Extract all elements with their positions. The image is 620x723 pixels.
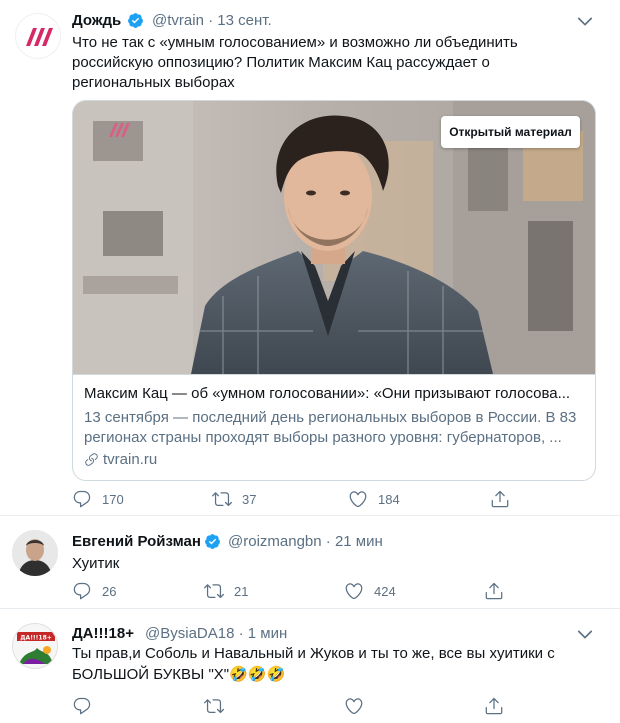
person-photo xyxy=(12,530,58,576)
timestamp[interactable]: · 13 сент. xyxy=(208,12,272,29)
card-photo: Открытый материал xyxy=(73,101,595,374)
tweet-text: Что не так с «умным голосованием» и возм… xyxy=(72,34,518,91)
timestamp[interactable]: · 21 мин xyxy=(326,533,383,550)
tweet-actions xyxy=(72,696,592,718)
card-title: Максим Кац — об «умном голосовании»: «Он… xyxy=(84,385,571,402)
avatar-roizman[interactable] xyxy=(12,530,58,576)
rofl-emoji: 🤣🤣🤣 xyxy=(229,665,286,683)
tweet-roizman[interactable]: Евгений Ройзман @roizmangbn · 21 мин Хуи… xyxy=(0,516,620,608)
link-card[interactable]: Открытый материал Максим Кац — об «умном… xyxy=(72,100,596,481)
author-name[interactable]: Дождь xyxy=(72,12,121,29)
like-count: 184 xyxy=(378,492,400,507)
tweet-text: Ты прав,и Соболь и Навальный и Жуков и т… xyxy=(72,645,555,683)
like-count: 424 xyxy=(374,584,396,599)
link-icon xyxy=(85,453,98,466)
tweet-text: Хуитик xyxy=(72,555,120,572)
card-description: 13 сентября — последний день региональны… xyxy=(84,409,577,446)
author-name[interactable]: Евгений Ройзман xyxy=(72,533,201,550)
author-name[interactable]: ДА!!!18+ xyxy=(72,625,134,642)
heart-icon xyxy=(345,698,363,715)
reply-icon xyxy=(73,697,91,715)
author-handle[interactable]: @tvrain · 13 сент. xyxy=(152,12,272,29)
share-icon xyxy=(485,697,503,715)
reply-count: 170 xyxy=(102,492,124,507)
verified-badge-icon xyxy=(205,534,220,549)
card-domain: tvrain.ru xyxy=(84,451,157,468)
tweet-tvrain[interactable]: Дождь @tvrain · 13 сент. Что не так с «у… xyxy=(0,0,620,515)
share-icon xyxy=(485,582,503,600)
retweet-icon xyxy=(204,584,224,599)
tweet-bysiada[interactable]: ДА!!!18+ ДА!!!18+ @BysiaDA18 · 1 мин Ты … xyxy=(0,609,620,723)
open-material-badge: Открытый материал xyxy=(441,116,580,148)
retweet-icon xyxy=(212,492,232,507)
tweet-actions: 26 21 424 xyxy=(72,581,592,603)
author-handle[interactable]: @BysiaDA18 · 1 мин xyxy=(145,625,287,642)
retweet-count: 21 xyxy=(234,584,249,599)
author-handle[interactable]: @roizmangbn · 21 мин xyxy=(228,533,383,550)
heart-icon xyxy=(349,491,367,508)
verified-badge-icon xyxy=(128,13,143,28)
avatar-bysiada[interactable]: ДА!!!18+ xyxy=(12,623,58,669)
reply-icon xyxy=(73,490,91,508)
retweet-icon xyxy=(204,699,224,714)
avatar-tvrain[interactable] xyxy=(15,13,61,59)
avatar-label: ДА!!!18+ xyxy=(20,635,52,642)
tvrain-logo-icon xyxy=(26,28,53,46)
card-body[interactable]: Максим Кац — об «умном голосовании»: «Он… xyxy=(73,374,595,480)
chevron-down-icon[interactable] xyxy=(575,11,595,31)
da-logo-icon: ДА!!!18+ xyxy=(13,624,57,668)
tweet-actions: 170 37 184 xyxy=(72,489,592,511)
timestamp[interactable]: · 1 мин xyxy=(239,625,288,642)
reply-icon xyxy=(73,582,91,600)
heart-icon xyxy=(345,583,363,600)
reply-count: 26 xyxy=(102,584,117,599)
retweet-count: 37 xyxy=(242,492,257,507)
share-icon xyxy=(491,490,509,508)
chevron-down-icon[interactable] xyxy=(575,624,595,644)
